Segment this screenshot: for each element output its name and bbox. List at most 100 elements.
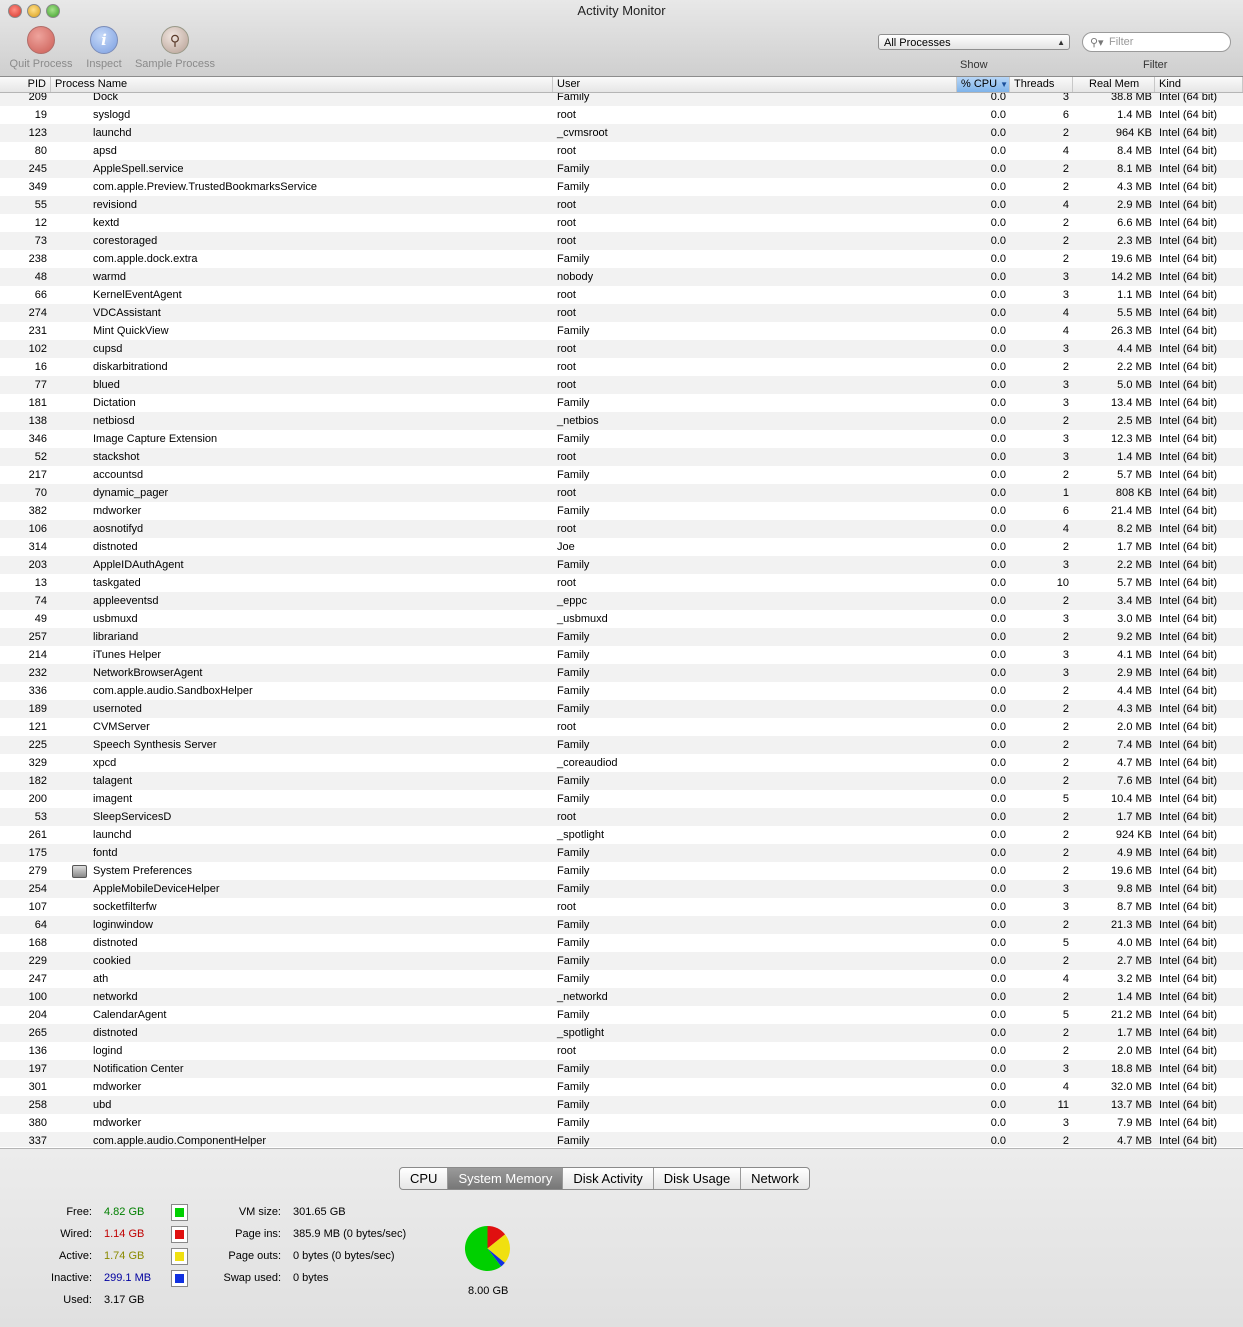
- table-row[interactable]: 238 com.apple.dock.extra Family 0.0 2 19.6 MB…: [0, 250, 1243, 268]
- swap-used-label: Swap used:: [223, 1272, 281, 1284]
- table-row[interactable]: 168 distnoted Family 0.0 5 4.0 MB Intel (64 bi…: [0, 934, 1243, 952]
- table-row[interactable]: 102 cupsd root 0.0 3 4.4 MB Intel (64 bit): [0, 340, 1243, 358]
- tab-system-memory[interactable]: System Memory: [448, 1168, 564, 1189]
- inactive-swatch[interactable]: [171, 1270, 188, 1287]
- table-row[interactable]: 225 Speech Synthesis Server Family 0.0 2 7.4 …: [0, 736, 1243, 754]
- threads-cell: 2: [1062, 721, 1069, 733]
- table-row[interactable]: 380 mdworker Family 0.0 3 7.9 MB Intel (64 bit…: [0, 1114, 1243, 1132]
- sample-process-button[interactable]: ⚲ Sample Process: [130, 26, 220, 70]
- kind-cell: Intel (64 bit): [1159, 541, 1218, 553]
- quit-process-button[interactable]: Quit Process: [4, 26, 78, 70]
- table-row[interactable]: 182 talagent Family 0.0 2 7.6 MB Intel (64 bit…: [0, 772, 1243, 790]
- table-row[interactable]: 12 kextd root 0.0 2 6.6 MB Intel (64 bit): [0, 214, 1243, 232]
- table-row[interactable]: 247 ath Family 0.0 4 3.2 MB Intel (64 bit): [0, 970, 1243, 988]
- table-row[interactable]: 49 usbmuxd _usbmuxd 0.0 3 3.0 MB Intel (64 bit…: [0, 610, 1243, 628]
- table-row[interactable]: 70 dynamic_pager root 0.0 1 808 KB Intel (64 b…: [0, 484, 1243, 502]
- table-row[interactable]: 55 revisiond root 0.0 4 2.9 MB Intel (64 bit): [0, 196, 1243, 214]
- table-row[interactable]: 136 logind root 0.0 2 2.0 MB Intel (64 bit): [0, 1042, 1243, 1060]
- tab-disk-usage[interactable]: Disk Usage: [654, 1168, 742, 1189]
- table-row[interactable]: 74 appleeventsd _eppc 0.0 2 3.4 MB Intel (64 b…: [0, 592, 1243, 610]
- kind-cell: Intel (64 bit): [1159, 703, 1218, 715]
- table-row[interactable]: 265 distnoted _spotlight 0.0 2 1.7 MB Intel (6…: [0, 1024, 1243, 1042]
- tab-network[interactable]: Network: [741, 1168, 809, 1189]
- table-row[interactable]: 301 mdworker Family 0.0 4 32.0 MB Intel (64 bi…: [0, 1078, 1243, 1096]
- table-row[interactable]: 175 fontd Family 0.0 2 4.9 MB Intel (64 bit): [0, 844, 1243, 862]
- table-row[interactable]: 121 CVMServer root 0.0 2 2.0 MB Intel (64 bit): [0, 718, 1243, 736]
- tab-cpu[interactable]: CPU: [400, 1168, 449, 1189]
- table-row[interactable]: 200 imagent Family 0.0 5 10.4 MB Intel (64 bit…: [0, 790, 1243, 808]
- column-header-pid[interactable]: PID: [0, 77, 51, 92]
- table-row[interactable]: 107 socketfilterfw root 0.0 3 8.7 MB Intel (64…: [0, 898, 1243, 916]
- table-row[interactable]: 346 Image Capture Extension Family 0.0 3 12.3…: [0, 430, 1243, 448]
- pid-cell: 203: [28, 559, 47, 571]
- table-row[interactable]: 337 com.apple.audio.ComponentHelper Family…: [0, 1132, 1243, 1147]
- table-row[interactable]: 274 VDCAssistant root 0.0 4 5.5 MB Intel (64 b…: [0, 304, 1243, 322]
- column-header-cpu[interactable]: % CPU ▼: [957, 77, 1010, 92]
- table-row[interactable]: 314 distnoted Joe 0.0 2 1.7 MB Intel (64 bit): [0, 538, 1243, 556]
- cpu-cell: 0.0: [990, 199, 1006, 211]
- pid-cell: 382: [28, 505, 47, 517]
- table-row[interactable]: 217 accountsd Family 0.0 2 5.7 MB Intel (64 bi…: [0, 466, 1243, 484]
- table-row[interactable]: 77 blued root 0.0 3 5.0 MB Intel (64 bit): [0, 376, 1243, 394]
- cpu-cell: 0.0: [990, 811, 1006, 823]
- table-row[interactable]: 229 cookied Family 0.0 2 2.7 MB Intel (64 bit): [0, 952, 1243, 970]
- table-row[interactable]: 382 mdworker Family 0.0 6 21.4 MB Intel (64 bi…: [0, 502, 1243, 520]
- tab-disk-activity[interactable]: Disk Activity: [563, 1168, 654, 1189]
- kind-cell: Intel (64 bit): [1159, 505, 1218, 517]
- column-header-real-mem[interactable]: Real Mem: [1073, 77, 1155, 92]
- table-row[interactable]: 106 aosnotifyd root 0.0 4 8.2 MB Intel (64 bit…: [0, 520, 1243, 538]
- show-processes-select[interactable]: All Processes ▲: [878, 34, 1070, 50]
- table-row[interactable]: 209 Dock Family 0.0 3 38.8 MB Intel (64 bit): [0, 93, 1243, 106]
- wired-swatch[interactable]: [171, 1226, 188, 1243]
- table-row[interactable]: 73 corestoraged root 0.0 2 2.3 MB Intel (64 bi…: [0, 232, 1243, 250]
- real-mem-cell: 8.7 MB: [1117, 901, 1152, 913]
- table-row[interactable]: 13 taskgated root 0.0 10 5.7 MB Intel (64 bit): [0, 574, 1243, 592]
- cpu-cell: 0.0: [990, 127, 1006, 139]
- table-row[interactable]: 53 SleepServicesD root 0.0 2 1.7 MB Intel (64 …: [0, 808, 1243, 826]
- user-cell: Family: [557, 955, 590, 967]
- table-row[interactable]: 64 loginwindow Family 0.0 2 21.3 MB Intel (64 …: [0, 916, 1243, 934]
- table-row[interactable]: 138 netbiosd _netbios 0.0 2 2.5 MB Intel (64 b…: [0, 412, 1243, 430]
- column-header-process-name[interactable]: Process Name: [51, 77, 553, 92]
- table-row[interactable]: 254 AppleMobileDeviceHelper Family 0.0 3 9.8 …: [0, 880, 1243, 898]
- table-row[interactable]: 52 stackshot root 0.0 3 1.4 MB Intel (64 bit): [0, 448, 1243, 466]
- table-row[interactable]: 261 launchd _spotlight 0.0 2 924 KB Intel (64 …: [0, 826, 1243, 844]
- table-row[interactable]: 214 iTunes Helper Family 0.0 3 4.1 MB Intel (6…: [0, 646, 1243, 664]
- filter-search-field[interactable]: ⚲▾ Filter: [1082, 32, 1231, 52]
- table-row[interactable]: 257 librariand Family 0.0 2 9.2 MB Intel (64 b…: [0, 628, 1243, 646]
- table-row[interactable]: 80 apsd root 0.0 4 8.4 MB Intel (64 bit): [0, 142, 1243, 160]
- table-row[interactable]: 16 diskarbitrationd root 0.0 2 2.2 MB Intel (6…: [0, 358, 1243, 376]
- active-swatch[interactable]: [171, 1248, 188, 1265]
- table-row[interactable]: 232 NetworkBrowserAgent Family 0.0 3 2.9 MB In…: [0, 664, 1243, 682]
- table-row[interactable]: 100 networkd _networkd 0.0 2 1.4 MB Intel (64 …: [0, 988, 1243, 1006]
- table-row[interactable]: 245 AppleSpell.service Family 0.0 2 8.1 MB Int…: [0, 160, 1243, 178]
- kind-cell: Intel (64 bit): [1159, 919, 1218, 931]
- pid-cell: 102: [28, 343, 47, 355]
- column-header-kind[interactable]: Kind: [1155, 77, 1243, 92]
- column-header-user[interactable]: User: [553, 77, 957, 92]
- table-row[interactable]: 181 Dictation Family 0.0 3 13.4 MB Intel (64 b…: [0, 394, 1243, 412]
- table-row[interactable]: 329 xpcd _coreaudiod 0.0 2 4.7 MB Intel (64 bi…: [0, 754, 1243, 772]
- table-row[interactable]: 204 CalendarAgent Family 0.0 5 21.2 MB Intel (…: [0, 1006, 1243, 1024]
- pid-cell: 168: [28, 937, 47, 949]
- table-row[interactable]: 19 syslogd root 0.0 6 1.4 MB Intel (64 bit): [0, 106, 1243, 124]
- table-row[interactable]: 203 AppleIDAuthAgent Family 0.0 3 2.2 MB Intel…: [0, 556, 1243, 574]
- kind-cell: Intel (64 bit): [1159, 433, 1218, 445]
- free-swatch[interactable]: [171, 1204, 188, 1221]
- process-name-cell: stackshot: [93, 451, 140, 463]
- user-cell: Family: [557, 1099, 590, 1111]
- table-row[interactable]: 189 usernoted Family 0.0 2 4.3 MB Intel (64 bi…: [0, 700, 1243, 718]
- column-header-threads[interactable]: Threads: [1010, 77, 1073, 92]
- table-row[interactable]: 336 com.apple.audio.SandboxHelper Family 0.…: [0, 682, 1243, 700]
- table-row[interactable]: 66 KernelEventAgent root 0.0 3 1.1 MB Intel (6…: [0, 286, 1243, 304]
- table-row[interactable]: 279 System Preferences Family 0.0 2 19.6 MB In…: [0, 862, 1243, 880]
- table-row[interactable]: 258 ubd Family 0.0 11 13.7 MB Intel (64 bit): [0, 1096, 1243, 1114]
- table-row[interactable]: 231 Mint QuickView Family 0.0 4 26.3 MB Intel …: [0, 322, 1243, 340]
- table-row[interactable]: 48 warmd nobody 0.0 3 14.2 MB Intel (64 bit): [0, 268, 1243, 286]
- threads-cell: 2: [1062, 739, 1069, 751]
- table-row[interactable]: 123 launchd _cvmsroot 0.0 2 964 KB Intel (64 b…: [0, 124, 1243, 142]
- table-row[interactable]: 349 com.apple.Preview.TrustedBookmarksSer…: [0, 178, 1243, 196]
- cpu-cell: 0.0: [990, 1009, 1006, 1021]
- inspect-button[interactable]: i Inspect: [80, 26, 128, 70]
- table-row[interactable]: 197 Notification Center Family 0.0 3 18.8 MB I…: [0, 1060, 1243, 1078]
